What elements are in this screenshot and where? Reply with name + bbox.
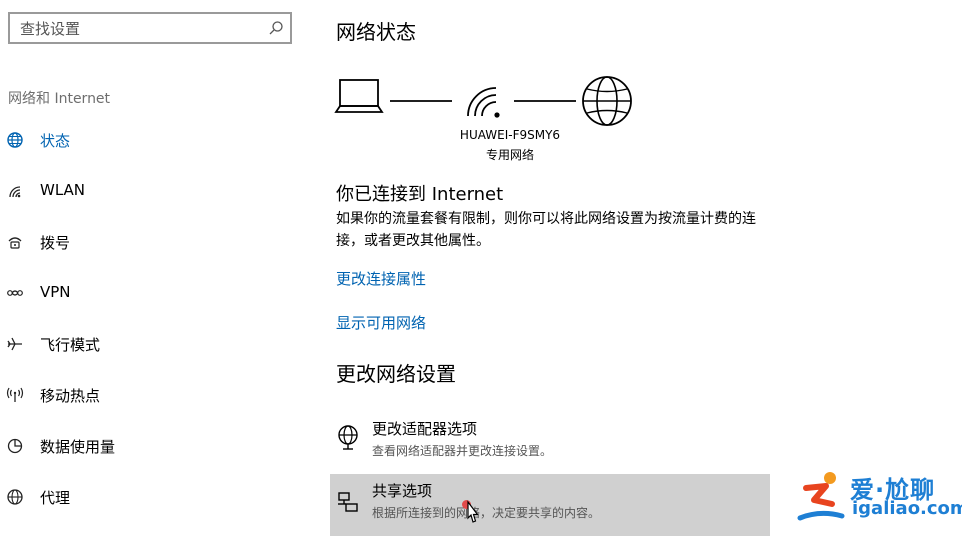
wifi-router-icon [467,87,500,118]
network-ssid: HUAWEI-F9SMY6 [459,128,561,142]
sidebar-item-proxy[interactable]: 代理 [0,473,300,523]
sidebar-item-mobile-hotspot[interactable]: 移动热点 [0,371,300,421]
watermark-text-en: igaliao.com [852,498,962,519]
option-title: 共享选项 [372,482,433,500]
sidebar-item-label: 数据使用量 [40,438,116,456]
sidebar-item-status[interactable]: 状态 [0,116,300,166]
sidebar-item-label: VPN [40,283,71,301]
hotspot-icon [6,386,26,406]
laptop-icon [334,79,384,113]
search-icon[interactable] [268,20,284,40]
proxy-globe-icon [6,488,26,508]
page-title: 网络状态 [336,20,416,44]
data-usage-icon [6,437,26,457]
dialup-icon [6,233,26,253]
internet-globe-icon [582,76,632,126]
wifi-icon [6,182,26,202]
option-subtitle: 根据所连接到的网络，决定要共享的内容。 [372,506,601,520]
watermark-logo-icon [796,470,846,530]
globe-icon [6,131,26,151]
sidebar-item-wlan[interactable]: WLAN [0,167,300,217]
sidebar-category-label: 网络和 Internet [8,91,111,107]
sidebar-item-airplane-mode[interactable]: 飞行模式 [0,320,300,370]
adapter-globe-icon [336,424,360,450]
sharing-icon [336,490,360,514]
section-title-change-network-settings: 更改网络设置 [336,362,456,386]
sidebar-item-label: WLAN [40,181,86,199]
mouse-pointer-icon [462,500,480,530]
show-available-networks-link[interactable]: 显示可用网络 [336,312,426,333]
network-diagram [334,70,644,134]
sidebar-item-vpn[interactable]: VPN [0,269,300,319]
sidebar-item-label: 移动热点 [40,387,101,405]
sidebar-item-label: 状态 [40,132,71,150]
option-title: 更改适配器选项 [372,420,478,438]
search-input[interactable] [18,18,262,40]
option-subtitle: 查看网络适配器并更改连接设置。 [372,444,553,458]
sharing-options[interactable]: 共享选项 根据所连接到的网络，决定要共享的内容。 [330,474,770,536]
connection-status-title: 你已连接到 Internet [336,184,504,205]
sidebar-item-label: 代理 [40,489,71,507]
sidebar-item-data-usage[interactable]: 数据使用量 [0,422,300,472]
airplane-icon [6,335,26,355]
sidebar-item-label: 飞行模式 [40,336,101,354]
sidebar-item-dialup[interactable]: 拨号 [0,218,300,268]
change-adapter-options[interactable]: 更改适配器选项 查看网络适配器并更改连接设置。 [330,412,770,474]
search-box[interactable] [8,12,292,44]
change-connection-properties-link[interactable]: 更改连接属性 [336,268,426,289]
connection-description: 如果你的流量套餐有限制，则你可以将此网络设置为按流量计费的连接，或者更改其他属性… [336,211,756,249]
sidebar-item-label: 拨号 [40,234,71,252]
vpn-icon [6,284,26,304]
network-type: 专用网络 [485,148,534,162]
